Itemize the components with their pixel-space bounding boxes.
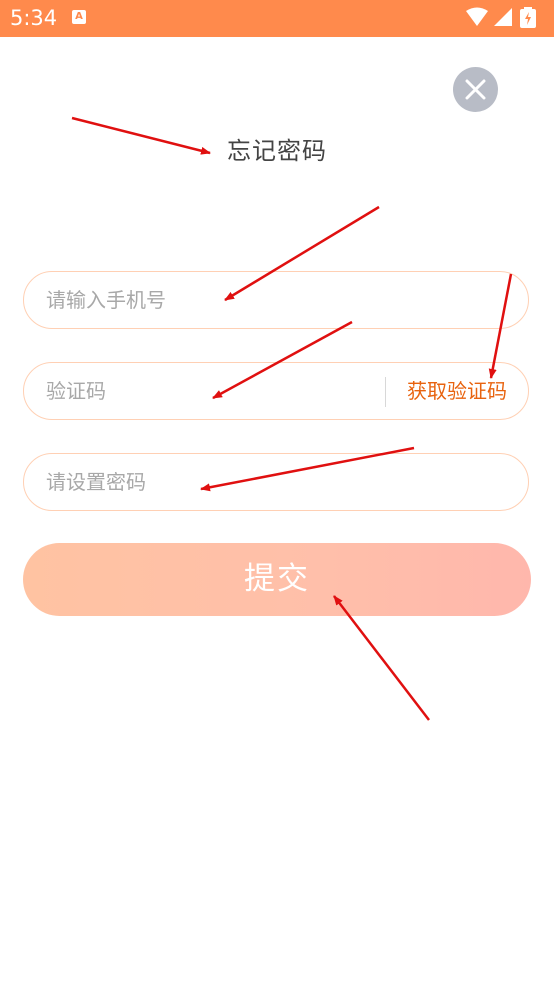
forgot-password-screen: 5:34 A 忘记密码 请输入手机号 验证码 获取验证码 提交 bbox=[0, 0, 554, 984]
close-button[interactable] bbox=[453, 67, 498, 112]
phone-input[interactable] bbox=[46, 272, 506, 328]
verification-code-input[interactable] bbox=[46, 363, 376, 419]
status-time: 5:34 bbox=[10, 6, 58, 30]
password-input[interactable] bbox=[46, 454, 506, 510]
battery-icon bbox=[520, 7, 536, 28]
status-bar: 5:34 A bbox=[0, 0, 554, 37]
submit-button[interactable]: 提交 bbox=[23, 543, 531, 616]
page-title: 忘记密码 bbox=[227, 137, 327, 165]
phone-field bbox=[23, 271, 529, 329]
get-code-button[interactable]: 获取验证码 bbox=[396, 363, 518, 419]
status-icons bbox=[464, 6, 544, 30]
close-icon bbox=[465, 79, 486, 100]
code-divider bbox=[385, 377, 386, 407]
verification-code-field: 获取验证码 bbox=[23, 362, 529, 420]
app-notification-icon: A bbox=[72, 10, 86, 24]
signal-icon bbox=[494, 8, 512, 26]
password-field bbox=[23, 453, 529, 511]
wifi-icon bbox=[466, 7, 488, 26]
